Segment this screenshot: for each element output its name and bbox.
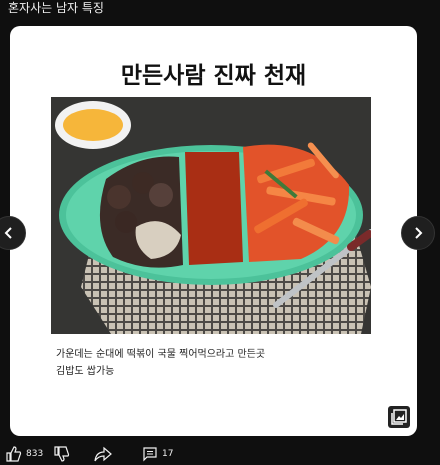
- share-icon: [94, 446, 112, 462]
- chevron-right-icon: [415, 227, 423, 239]
- post-caption: 가운데는 순대에 떡볶이 국물 찍어먹으라고 만든곳 김밥도 쌉가능: [56, 346, 265, 380]
- thumbs-up-icon: [6, 446, 22, 462]
- food-photo: [51, 97, 371, 334]
- caption-line-2: 김밥도 쌉가능: [56, 366, 115, 377]
- like-count: 833: [26, 449, 44, 459]
- like-button[interactable]: 833: [6, 446, 43, 462]
- caption-line-1: 가운데는 순대에 떡볶이 국물 찍어먹으라고 만든곳: [56, 349, 266, 360]
- image-gallery-icon[interactable]: [388, 406, 410, 428]
- post-headline: 만든사람 진짜 천재: [120, 63, 307, 89]
- next-image-button[interactable]: [401, 216, 435, 250]
- dislike-button[interactable]: [54, 446, 70, 462]
- comment-count: 17: [162, 449, 174, 459]
- post-title: 혼자사는 남자 특징: [8, 1, 104, 15]
- post-actions-bar: 833 17: [0, 442, 440, 465]
- thumbs-down-icon: [54, 446, 70, 462]
- share-button[interactable]: [94, 446, 112, 462]
- comment-icon: [143, 447, 157, 462]
- image-post-card[interactable]: 만든사람 진짜 천재 가운데는 순대에 떡볶이 국물 찍어먹으라고 만든곳 김밥…: [10, 26, 417, 436]
- comment-button[interactable]: 17: [142, 446, 173, 462]
- chevron-left-icon: [4, 227, 12, 239]
